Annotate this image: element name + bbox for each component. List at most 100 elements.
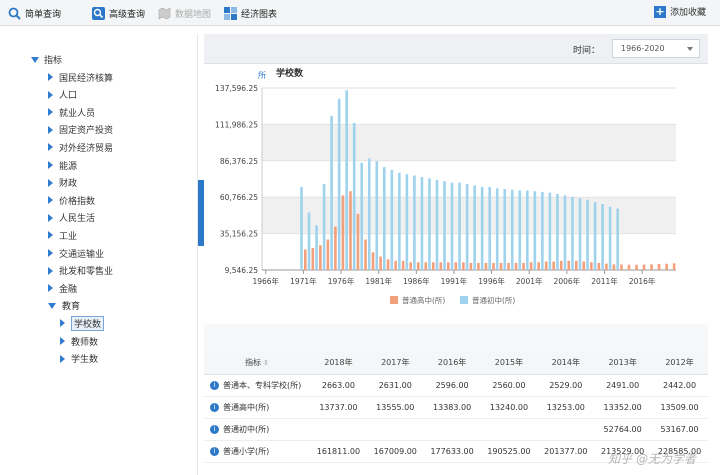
column-header-indicator[interactable]: 指标 ⇕ bbox=[204, 352, 310, 375]
bar-high-school bbox=[627, 264, 631, 270]
column-header-year[interactable]: 2016年 bbox=[423, 352, 481, 375]
tree-item[interactable]: 国民经济核算 bbox=[48, 70, 113, 84]
indicator-tree: 指标 国民经济核算 人口就业人员固定资产投资 对外经济贸易 能源财政价格指数人民生活工… bbox=[18, 34, 198, 475]
bar-high-school bbox=[605, 263, 608, 270]
bar-middle-school bbox=[616, 208, 619, 270]
bar-high-school bbox=[544, 261, 548, 270]
tree-item[interactable]: 金融 bbox=[48, 281, 77, 295]
tree-sub-item[interactable]: 学生数 bbox=[60, 352, 98, 366]
expand-right-icon bbox=[48, 143, 53, 152]
add-favorite-button[interactable]: + 添加收藏 bbox=[653, 5, 706, 18]
table-cell: 167009.00 bbox=[366, 440, 424, 463]
tree-item[interactable]: 批发和零售业 bbox=[48, 264, 113, 278]
bar-middle-school bbox=[383, 167, 386, 270]
tree-item[interactable]: 就业人员 bbox=[48, 105, 95, 119]
chart-icon bbox=[224, 6, 237, 20]
legend-swatch[interactable] bbox=[390, 296, 398, 304]
bar-middle-school bbox=[541, 191, 544, 270]
row-indicator-cell: i 普通初中(所) bbox=[204, 418, 310, 441]
bar-high-school bbox=[341, 195, 345, 270]
time-label: 时间： bbox=[572, 46, 600, 56]
table-cell: 13555.00 bbox=[366, 396, 424, 419]
bar-middle-school bbox=[428, 178, 431, 270]
tree-item-label: 金融 bbox=[59, 284, 78, 295]
bar-middle-school bbox=[510, 189, 514, 270]
sort-icon[interactable]: ⇕ bbox=[263, 359, 269, 367]
time-range-value: 1966-2020 bbox=[621, 44, 665, 53]
chart-band bbox=[262, 124, 676, 161]
info-icon[interactable]: i bbox=[210, 424, 219, 434]
expand-right-icon bbox=[48, 73, 53, 81]
chevron-down-icon bbox=[687, 47, 693, 51]
tree-item[interactable]: 工业 bbox=[48, 228, 77, 242]
bar-high-school bbox=[590, 262, 593, 270]
bar-middle-school bbox=[443, 181, 446, 270]
tree-item-label: 价格指数 bbox=[59, 196, 96, 207]
tree-item[interactable]: 能源 bbox=[48, 158, 77, 172]
column-header-label: 2017年 bbox=[381, 358, 410, 368]
expand-right-icon bbox=[48, 178, 53, 187]
econ-chart-button[interactable]: 经济图表 bbox=[224, 5, 277, 21]
search-icon bbox=[8, 7, 21, 20]
column-header-year[interactable]: 2013年 bbox=[594, 352, 652, 375]
info-icon[interactable]: i bbox=[210, 446, 219, 456]
tree-sub-item[interactable]: 教师数 bbox=[60, 334, 98, 348]
tree-item-label: 就业人员 bbox=[59, 108, 96, 119]
legend-swatch[interactable] bbox=[460, 296, 468, 304]
chart-area: 所 学校数 137,596.25 111,986.25 86,376.25 60,76… bbox=[204, 64, 708, 324]
legend-label[interactable]: 普通初中(所) bbox=[472, 295, 515, 305]
expand-right-icon bbox=[48, 125, 53, 134]
bar-middle-school bbox=[488, 186, 491, 270]
bar-high-school bbox=[477, 262, 480, 270]
table-cell: 161811.00 bbox=[310, 440, 367, 463]
bar-high-school bbox=[567, 260, 571, 270]
x-tick-label: 1991年 bbox=[441, 276, 468, 286]
bar-middle-school bbox=[360, 162, 364, 270]
school-count-chart: 所 学校数 137,596.25 111,986.25 86,376.25 60,76… bbox=[215, 67, 676, 305]
info-icon[interactable]: i bbox=[210, 380, 219, 390]
info-icon[interactable]: i bbox=[210, 402, 219, 412]
bar-middle-school bbox=[593, 201, 597, 270]
x-tick-label: 1981年 bbox=[365, 276, 392, 286]
bar-high-school bbox=[492, 262, 495, 270]
time-range-select[interactable]: 1966-2020 bbox=[612, 39, 700, 58]
bar-high-school bbox=[514, 262, 518, 270]
simple-query-button[interactable]: 简单查询 bbox=[8, 5, 61, 21]
bar-high-school bbox=[462, 262, 465, 270]
tree-item[interactable]: 财政 bbox=[48, 176, 77, 190]
tree-item[interactable]: 人口 bbox=[48, 88, 77, 102]
column-header-year[interactable]: 2017年 bbox=[366, 352, 424, 375]
tree-root-indicators[interactable]: 指标 bbox=[31, 53, 62, 66]
expand-right-icon bbox=[48, 231, 53, 240]
tree-item[interactable]: 固定资产投资 bbox=[48, 123, 113, 137]
legend-label[interactable]: 普通高中(所) bbox=[402, 295, 445, 305]
add-favorite-label: 添加收藏 bbox=[669, 8, 706, 18]
bar-high-school bbox=[454, 262, 458, 270]
tree-item[interactable]: 人民生活 bbox=[48, 211, 95, 225]
bar-middle-school bbox=[390, 169, 394, 270]
x-tick-label: 2016年 bbox=[629, 276, 656, 286]
row-indicator-cell: i 普通高中(所) bbox=[204, 396, 310, 419]
column-header-year[interactable]: 2014年 bbox=[537, 352, 595, 375]
bar-high-school bbox=[319, 245, 322, 270]
table-cell: 52764.00 bbox=[594, 418, 652, 441]
column-header-year[interactable]: 2015年 bbox=[480, 352, 538, 375]
column-header-year[interactable]: 2012年 bbox=[651, 352, 708, 375]
data-map-button[interactable]: 数据地图 bbox=[158, 5, 211, 21]
expand-right-icon bbox=[48, 90, 53, 99]
tree-item[interactable]: 教育 bbox=[48, 299, 80, 313]
tree-sub-item-selected[interactable]: 学校数 bbox=[60, 315, 105, 331]
table-cell: 13253.00 bbox=[537, 396, 595, 419]
bar-high-school bbox=[431, 262, 435, 270]
tree-item[interactable]: 价格指数 bbox=[48, 193, 95, 207]
bar-high-school bbox=[642, 264, 646, 270]
advanced-query-button[interactable]: 高级查询 bbox=[92, 5, 145, 21]
bar-high-school bbox=[409, 262, 412, 270]
bar-middle-school bbox=[571, 196, 574, 270]
econ-chart-label: 经济图表 bbox=[241, 9, 278, 20]
bar-middle-school bbox=[405, 174, 409, 270]
bar-middle-school bbox=[533, 191, 537, 270]
tree-item[interactable]: 对外经济贸易 bbox=[48, 140, 113, 154]
tree-item[interactable]: 交通运输业 bbox=[48, 246, 104, 260]
column-header-year[interactable]: 2018年 bbox=[310, 352, 367, 375]
